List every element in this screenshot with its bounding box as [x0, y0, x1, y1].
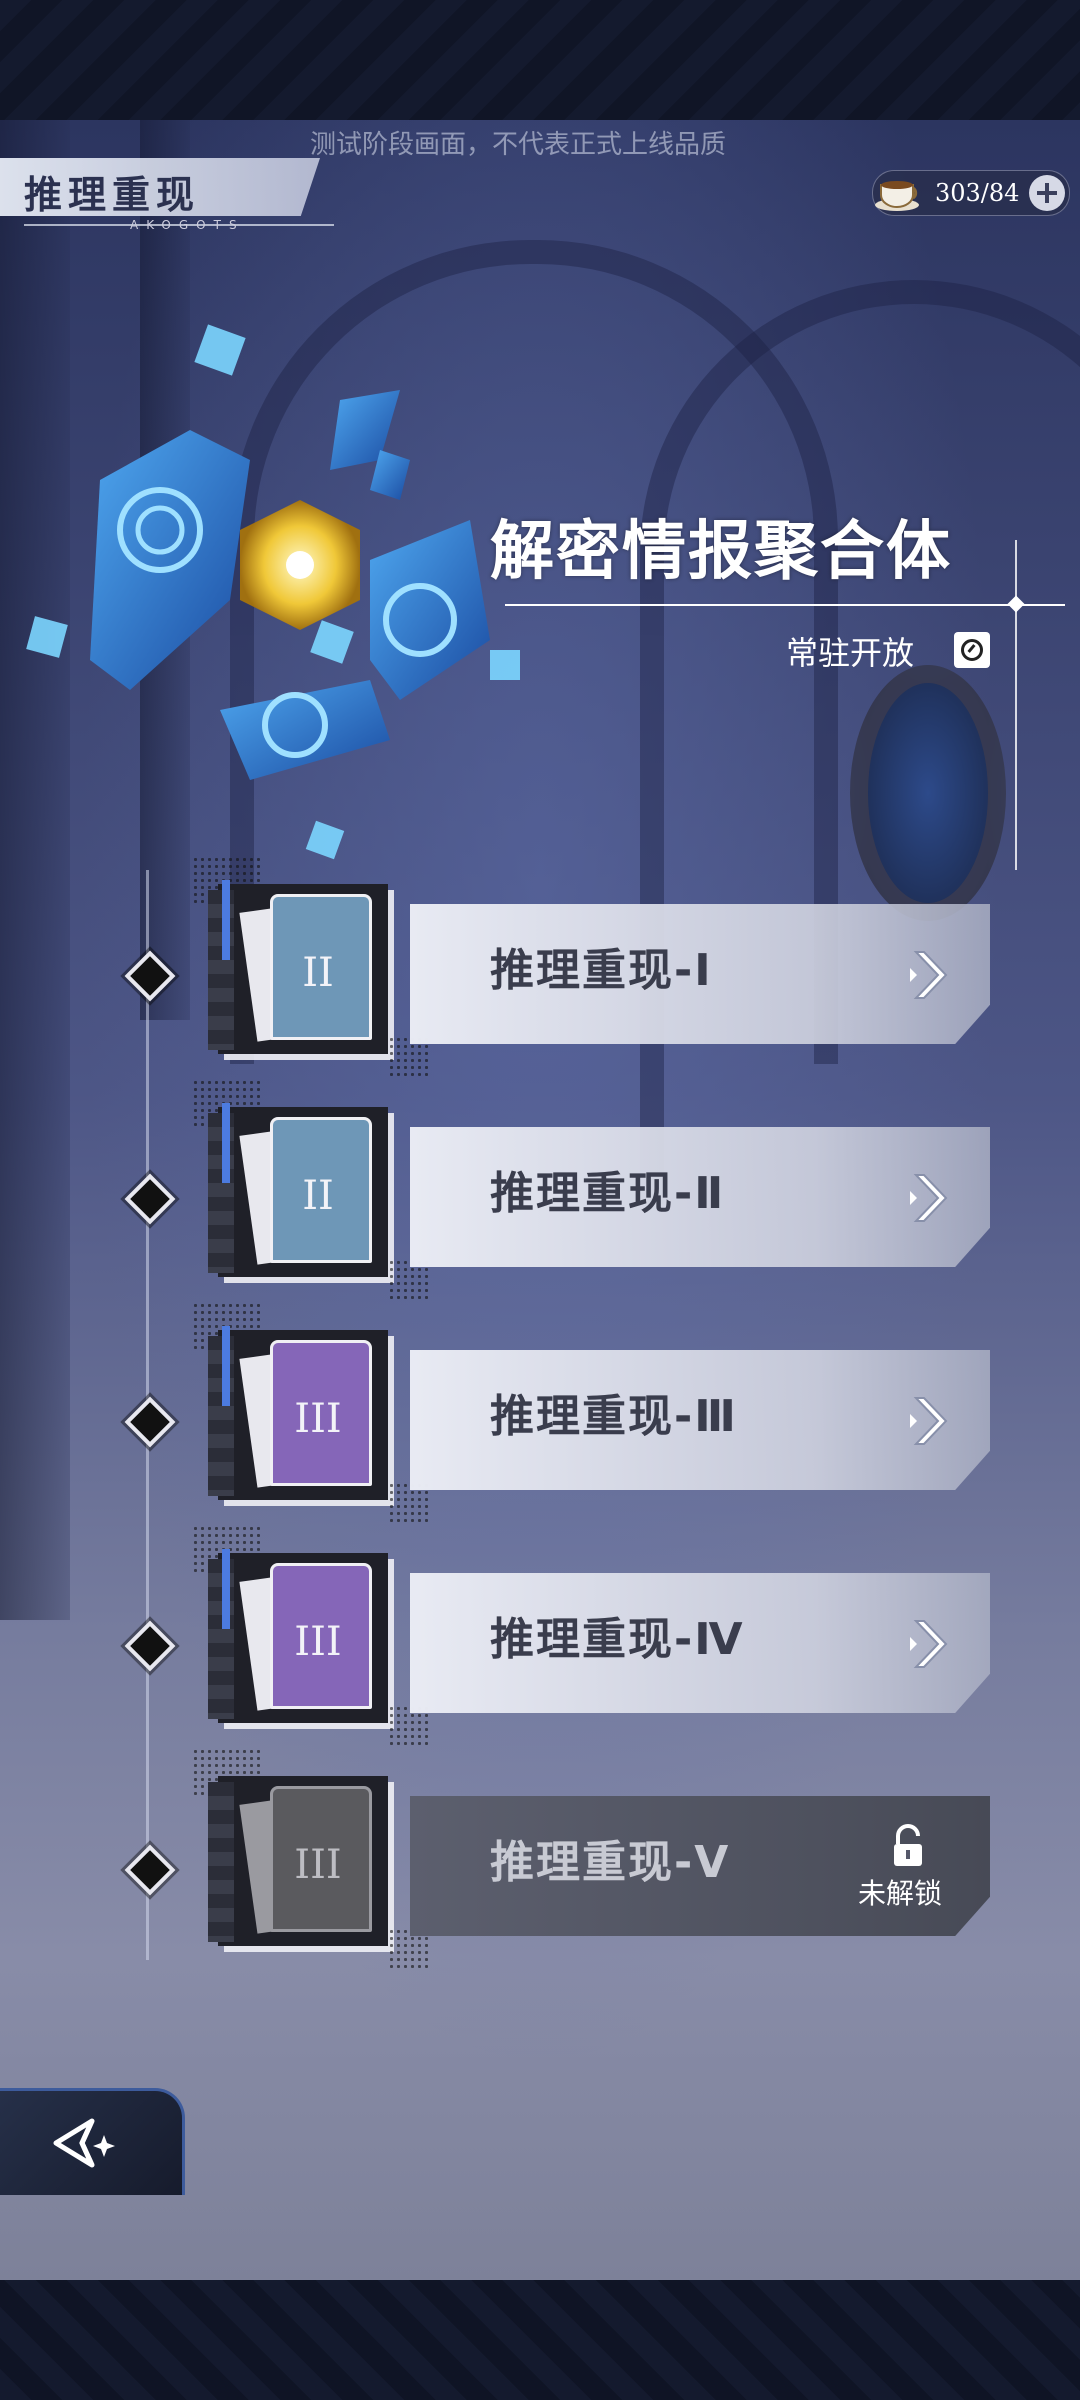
- bottom-navigation-bar: [0, 2280, 1080, 2400]
- puzzle-cube-artwork: [26, 324, 520, 860]
- top-status-bar: [0, 0, 1080, 120]
- level-numeral: III: [294, 1842, 342, 1888]
- lock-icon: [894, 1824, 922, 1866]
- level-stripe: [208, 1336, 234, 1496]
- level-card-4[interactable]: III 推理重现-Ⅳ: [190, 1525, 1010, 1745]
- level-thumbnail: II: [192, 856, 428, 1076]
- accent-bar: [222, 1103, 230, 1183]
- chevron-right-icon: [910, 951, 948, 999]
- page-title-subtext: AKOGOTS: [130, 218, 245, 232]
- heading-vertical-line: [1015, 540, 1017, 870]
- level-card-3[interactable]: III 推理重现-Ⅲ: [190, 1302, 1010, 1522]
- level-thumbnail: II: [192, 1079, 428, 1299]
- cup-icon: [875, 181, 919, 211]
- accent-bar: [222, 1326, 230, 1406]
- back-button[interactable]: [0, 2088, 185, 2195]
- currency-value: 303/84: [935, 179, 1020, 207]
- level-label: 推理重现-Ⅲ: [490, 1391, 738, 1442]
- locked-status: 未解锁: [858, 1877, 943, 1910]
- level-label: 推理重现-Ⅰ: [490, 945, 713, 996]
- level-label: 推理重现-Ⅴ: [490, 1837, 731, 1888]
- back-arrow-icon: [53, 2118, 115, 2168]
- page-title: 推理重现: [24, 172, 201, 217]
- page-title-badge: 推理重现 AKOGOTS: [0, 158, 334, 232]
- level-thumbnail: III: [192, 1748, 428, 1968]
- level-numeral: II: [302, 1173, 334, 1219]
- chevron-right-icon: [910, 1174, 948, 1222]
- level-numeral: III: [294, 1396, 342, 1442]
- level-stripe: [208, 890, 234, 1050]
- chevron-right-icon: [910, 1397, 948, 1445]
- level-card-1[interactable]: II 推理重现-Ⅰ: [190, 856, 1010, 1076]
- level-stripe: [208, 1113, 234, 1273]
- event-status: 常驻开放: [786, 634, 915, 672]
- level-stripe: [208, 1559, 234, 1719]
- add-currency-button[interactable]: [1029, 175, 1065, 211]
- event-heading: 解密情报聚合体: [490, 515, 952, 589]
- currency-counter: 303/84: [872, 170, 1070, 216]
- level-thumbnail: III: [192, 1525, 428, 1745]
- level-thumbnail: III: [192, 1302, 428, 1522]
- level-stripe: [208, 1782, 234, 1942]
- chevron-right-icon: [910, 1620, 948, 1668]
- level-card-2[interactable]: II 推理重现-Ⅱ: [190, 1079, 1010, 1299]
- level-card-5[interactable]: III 推理重现-Ⅴ 未解锁: [190, 1748, 1010, 1968]
- level-label: 推理重现-Ⅱ: [490, 1168, 726, 1219]
- accent-bar: [222, 880, 230, 960]
- test-build-watermark: 测试阶段画面，不代表正式上线品质: [310, 130, 727, 160]
- heading-underline: [505, 604, 1065, 606]
- accent-bar: [222, 1549, 230, 1629]
- clock-icon: [954, 632, 990, 668]
- level-numeral: III: [294, 1619, 342, 1665]
- level-label: 推理重现-Ⅳ: [490, 1614, 745, 1665]
- level-numeral: II: [302, 950, 334, 996]
